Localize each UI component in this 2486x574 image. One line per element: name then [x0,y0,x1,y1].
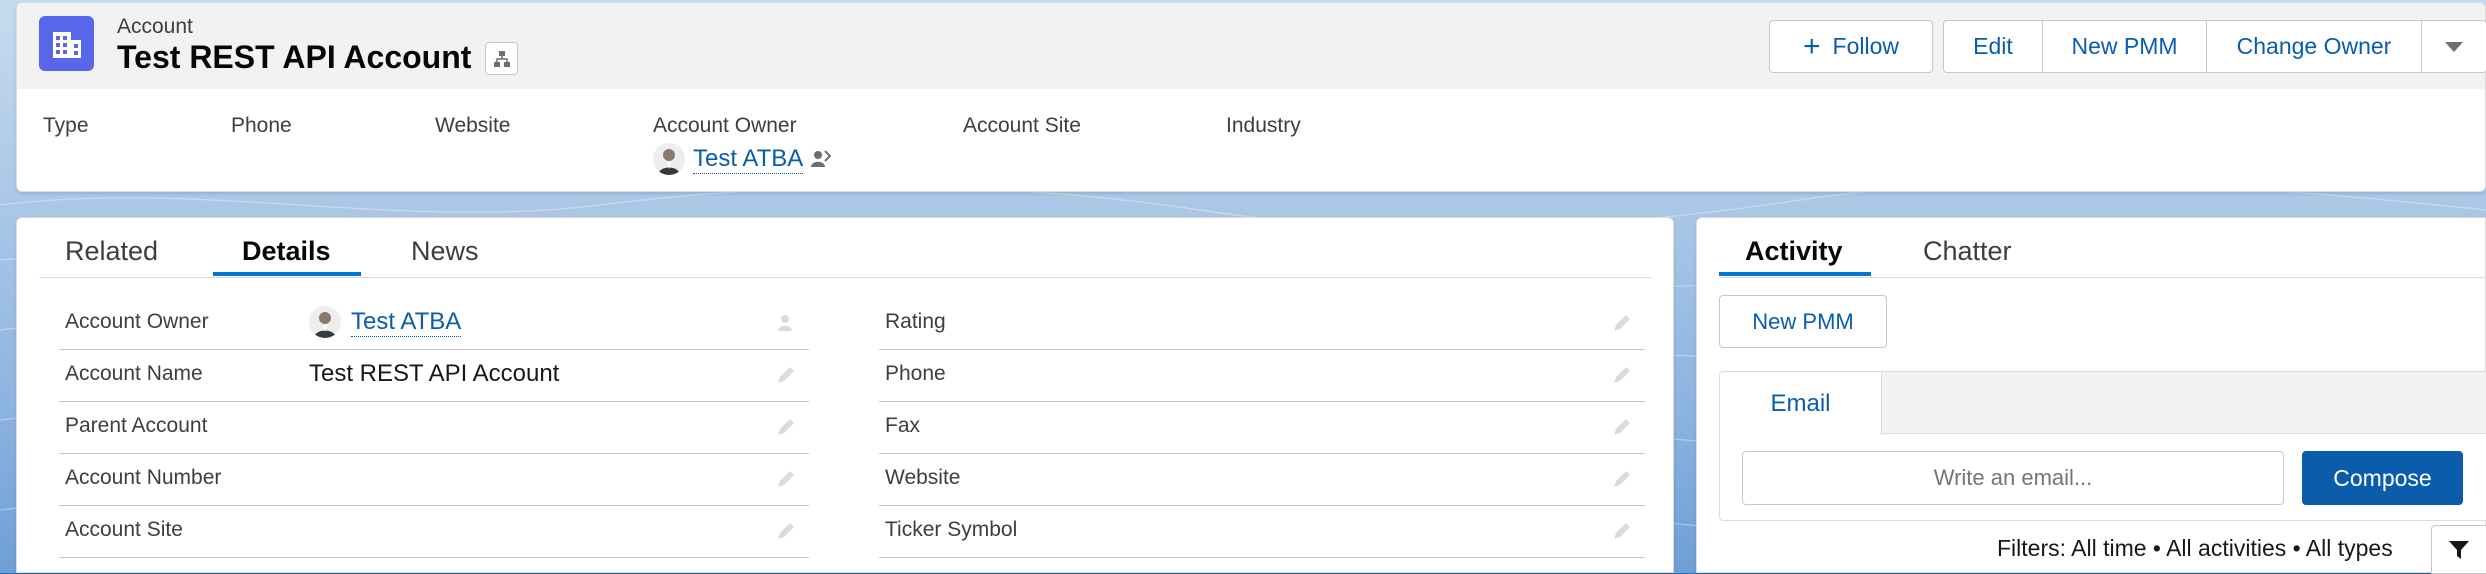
new-pmm-button[interactable]: New PMM [1719,295,1887,348]
filter-button[interactable] [2431,525,2486,574]
field-label: Rating [885,310,946,333]
edit-button[interactable]: Edit [1943,20,2043,73]
active-tab-indicator [213,272,361,276]
chevron-down-icon [2445,41,2463,52]
pencil-icon[interactable] [1611,364,1633,386]
field-ticker-symbol: Ticker Symbol [879,506,1645,558]
pencil-icon[interactable] [775,364,797,386]
field-parent-account: Parent Account [59,402,809,454]
field-account-site: Account Site [59,506,809,558]
pencil-icon[interactable] [775,520,797,542]
field-value: Test ATBA [309,306,462,338]
tab-chatter[interactable]: Chatter [1923,236,2012,267]
field-value: Test REST API Account [309,360,560,387]
email-publisher: Email Compose [1719,371,2486,521]
plus-icon: + [1803,29,1821,63]
field-label: Ticker Symbol [885,518,1018,541]
field-label: Fax [885,414,921,437]
highlight-phone-label: Phone [231,114,292,137]
follow-label: Follow [1832,33,1899,59]
new-pmm-button[interactable]: New PMM [2042,20,2207,73]
field-website: Website [879,454,1645,506]
field-account-name: Account Name Test REST API Account [59,350,809,402]
field-label: Parent Account [65,414,208,437]
field-label: Account Number [65,466,222,489]
tabs-divider [1719,277,2486,278]
field-phone: Phone [879,350,1645,402]
tab-news[interactable]: News [411,236,479,267]
field-label: Phone [885,362,946,385]
pencil-icon[interactable] [1611,520,1633,542]
object-label: Account [117,15,193,38]
record-header: Account Test REST API Account + Follow E… [16,2,2486,192]
tabs-divider [39,277,1651,278]
more-actions-button[interactable] [2421,20,2486,73]
pencil-icon[interactable] [775,416,797,438]
field-account-number: Account Number [59,454,809,506]
tab-details[interactable]: Details [242,236,331,267]
details-panel: Related Details News Account Owner Test … [16,217,1674,573]
active-tab-indicator [1719,272,1871,276]
pencil-icon[interactable] [775,468,797,490]
field-label: Account Name [65,362,203,385]
owner-link[interactable]: Test ATBA [693,145,804,174]
field-account-owner: Account Owner Test ATBA [59,298,809,350]
owner-link[interactable]: Test ATBA [351,308,462,337]
change-owner-icon[interactable] [809,148,832,170]
field-rating: Rating [879,298,1645,350]
account-building-icon [39,16,94,71]
field-label: Account Site [65,518,183,541]
highlight-type-label: Type [43,114,89,137]
avatar [309,306,341,338]
hierarchy-icon [493,50,510,67]
activity-filters: Filters: All time • All activities • All… [1997,535,2393,561]
change-owner-icon[interactable] [775,312,797,334]
email-input[interactable] [1742,451,2284,505]
page-title: Test REST API Account [117,39,472,75]
highlight-owner-value: Test ATBA [653,143,832,175]
field-label: Website [885,466,961,489]
field-label: Account Owner [65,310,209,333]
hierarchy-button[interactable] [485,42,518,75]
pencil-icon[interactable] [1611,468,1633,490]
tab-related[interactable]: Related [65,236,158,267]
highlight-industry-label: Industry [1226,114,1301,137]
follow-button[interactable]: + Follow [1769,20,1933,73]
pencil-icon[interactable] [1611,312,1633,334]
highlight-owner-label: Account Owner [653,114,797,137]
avatar [653,143,685,175]
highlight-website-label: Website [435,114,511,137]
pencil-icon[interactable] [1611,416,1633,438]
filter-icon [2449,540,2469,559]
tab-email[interactable]: Email [1720,372,1882,435]
activity-panel: Activity Chatter New PMM Email Compose F… [1696,217,2486,574]
change-owner-button[interactable]: Change Owner [2206,20,2422,73]
highlight-site-label: Account Site [963,114,1081,137]
compose-button[interactable]: Compose [2302,451,2463,505]
field-fax: Fax [879,402,1645,454]
tab-activity[interactable]: Activity [1745,236,1843,267]
